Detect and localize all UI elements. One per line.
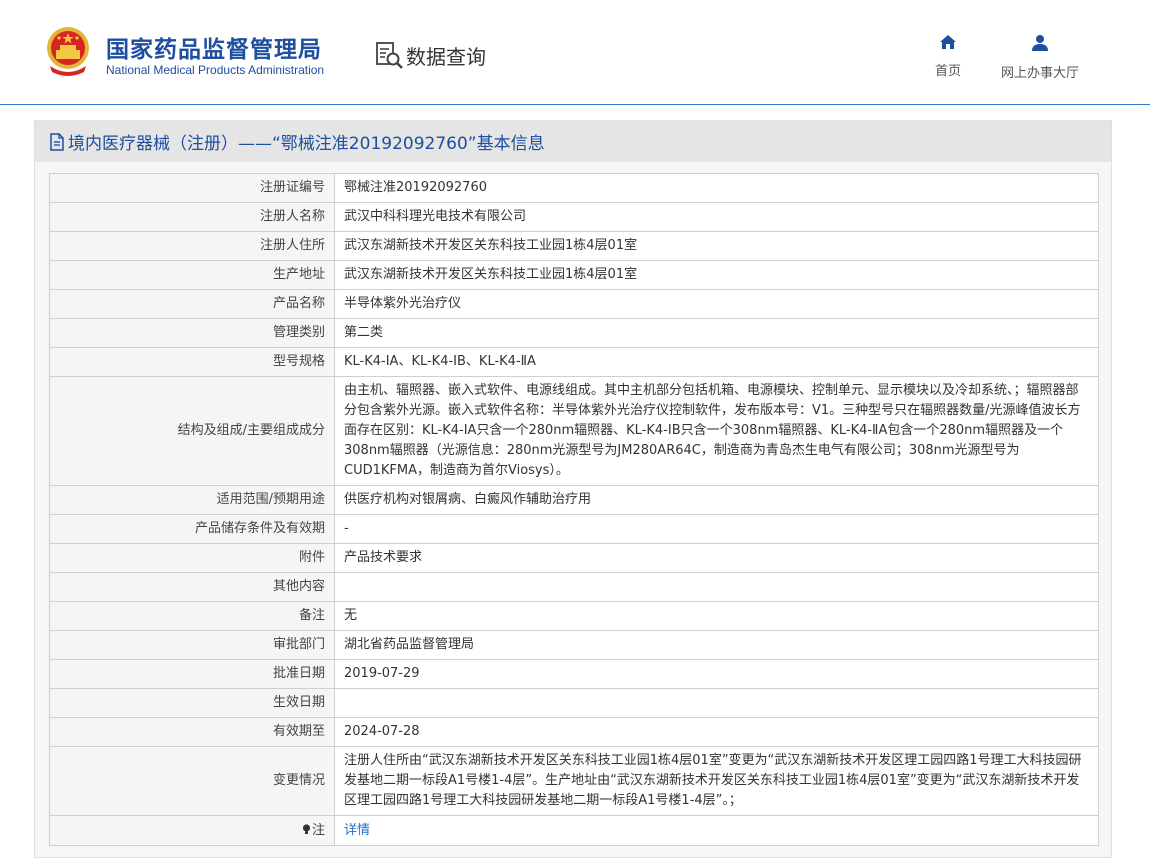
- table-row: 产品名称 半导体紫外光治疗仪: [49, 289, 1099, 319]
- row-value: 鄂械注准20192092760: [334, 173, 1099, 203]
- table-row: 生产地址 武汉东湖新技术开发区关东科技工业园1栋4层01室: [49, 260, 1099, 290]
- nav-home[interactable]: 首页: [926, 34, 970, 79]
- nav-online-label: 网上办事大厅: [1000, 66, 1079, 81]
- registration-info-table: 注册证编号 鄂械注准20192092760 注册人名称 武汉中科科理光电技术有限…: [49, 173, 1099, 846]
- lightbulb-icon: [302, 823, 311, 834]
- note-label-cell: 注: [49, 815, 335, 846]
- data-query-module[interactable]: 数据查询: [374, 40, 486, 70]
- header-divider: [0, 104, 1150, 105]
- note-label: 注: [311, 822, 325, 838]
- row-label: 适用范围/预期用途: [49, 485, 335, 515]
- document-icon: [50, 132, 64, 151]
- table-row: 备注 无: [49, 601, 1099, 631]
- row-label: 产品储存条件及有效期: [49, 514, 335, 544]
- row-value: 无: [334, 601, 1099, 631]
- row-label: 批准日期: [49, 659, 335, 689]
- row-value: 第二类: [334, 318, 1099, 348]
- row-label: 生产地址: [49, 260, 335, 290]
- home-icon: [940, 35, 956, 49]
- document-search-icon: [376, 42, 403, 69]
- table-row: 附件 产品技术要求: [49, 543, 1099, 573]
- row-value: 半导体紫外光治疗仪: [334, 289, 1099, 319]
- row-label: 附件: [49, 543, 335, 573]
- note-value-cell: 详情: [334, 815, 1099, 846]
- row-label: 型号规格: [49, 347, 335, 377]
- table-row: 注册证编号 鄂械注准20192092760: [49, 173, 1099, 203]
- row-label: 其他内容: [49, 572, 335, 602]
- row-value: KL-K4-ⅠA、KL-K4-ⅠB、KL-K4-ⅡA: [334, 347, 1099, 377]
- site-header: 国家药品监督管理局 National Medical Products Admi…: [0, 0, 1150, 104]
- table-row: 批准日期 2019-07-29: [49, 659, 1099, 689]
- table-row: 结构及组成/主要组成成分 由主机、辐照器、嵌入式软件、电源线组成。其中主机部分包…: [49, 376, 1099, 486]
- table-row: 审批部门 湖北省药品监督管理局: [49, 630, 1099, 660]
- row-label: 结构及组成/主要组成成分: [49, 376, 335, 486]
- row-value: 湖北省药品监督管理局: [334, 630, 1099, 660]
- row-label: 注册证编号: [49, 173, 335, 203]
- panel-title-bar: 境内医疗器械（注册）——“鄂械注准20192092760”基本信息: [35, 121, 1111, 162]
- details-link[interactable]: 详情: [344, 823, 370, 838]
- module-title: 数据查询: [406, 44, 486, 69]
- table-row: 其他内容: [49, 572, 1099, 602]
- table-row: 管理类别 第二类: [49, 318, 1099, 348]
- row-label: 变更情况: [49, 746, 335, 816]
- row-value: [334, 688, 1099, 718]
- row-label: 产品名称: [49, 289, 335, 319]
- row-value: 武汉东湖新技术开发区关东科技工业园1栋4层01室: [334, 260, 1099, 290]
- row-value: [334, 572, 1099, 602]
- row-value: 2019-07-29: [334, 659, 1099, 689]
- user-icon: [1032, 35, 1048, 51]
- row-value: 由主机、辐照器、嵌入式软件、电源线组成。其中主机部分包括机箱、电源模块、控制单元…: [334, 376, 1099, 486]
- row-value: 供医疗机构对银屑病、白癜风作辅助治疗用: [334, 485, 1099, 515]
- row-label: 注册人名称: [49, 202, 335, 232]
- table-row-note: 注 详情: [49, 815, 1099, 846]
- table-row: 注册人名称 武汉中科科理光电技术有限公司: [49, 202, 1099, 232]
- table-row: 产品储存条件及有效期 -: [49, 514, 1099, 544]
- detail-panel: 境内医疗器械（注册）——“鄂械注准20192092760”基本信息 注册证编号 …: [34, 120, 1112, 858]
- row-value: 武汉东湖新技术开发区关东科技工业园1栋4层01室: [334, 231, 1099, 261]
- row-label: 备注: [49, 601, 335, 631]
- row-label: 有效期至: [49, 717, 335, 747]
- table-row: 生效日期: [49, 688, 1099, 718]
- site-title: 国家药品监督管理局: [106, 37, 322, 63]
- panel-title: 境内医疗器械（注册）——“鄂械注准20192092760”基本信息: [68, 134, 545, 154]
- row-value: 产品技术要求: [334, 543, 1099, 573]
- row-label: 管理类别: [49, 318, 335, 348]
- nav-home-label: 首页: [934, 64, 961, 79]
- table-row: 适用范围/预期用途 供医疗机构对银屑病、白癜风作辅助治疗用: [49, 485, 1099, 515]
- row-value: -: [334, 514, 1099, 544]
- row-value: 注册人住所由“武汉东湖新技术开发区关东科技工业园1栋4层01室”变更为“武汉东湖…: [334, 746, 1099, 816]
- national-emblem-icon: [47, 27, 89, 76]
- row-label: 注册人住所: [49, 231, 335, 261]
- nav-online-service-hall[interactable]: 网上办事大厅: [996, 34, 1084, 81]
- table-row: 注册人住所 武汉东湖新技术开发区关东科技工业园1栋4层01室: [49, 231, 1099, 261]
- table-row: 有效期至 2024-07-28: [49, 717, 1099, 747]
- row-value: 武汉中科科理光电技术有限公司: [334, 202, 1099, 232]
- site-subtitle: National Medical Products Administration: [106, 63, 325, 77]
- table-row: 变更情况 注册人住所由“武汉东湖新技术开发区关东科技工业园1栋4层01室”变更为…: [49, 746, 1099, 816]
- table-row: 型号规格 KL-K4-ⅠA、KL-K4-ⅠB、KL-K4-ⅡA: [49, 347, 1099, 377]
- row-value: 2024-07-28: [334, 717, 1099, 747]
- row-label: 审批部门: [49, 630, 335, 660]
- row-label: 生效日期: [49, 688, 335, 718]
